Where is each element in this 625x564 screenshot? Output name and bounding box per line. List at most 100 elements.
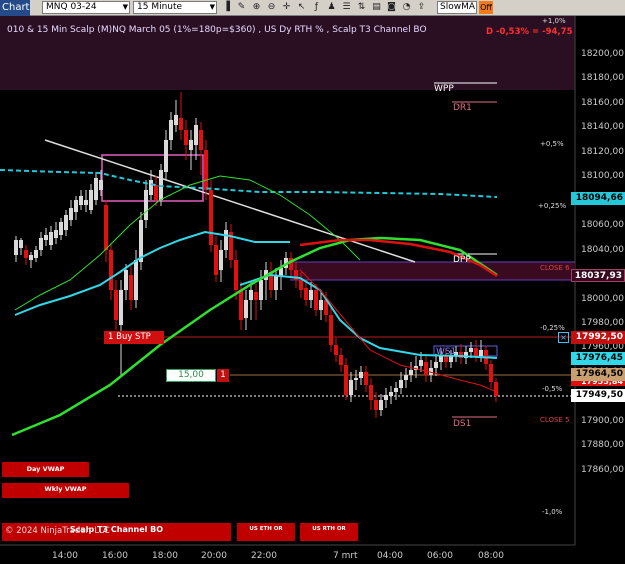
candle-body xyxy=(209,190,213,245)
order-price-field[interactable]: 15,00 xyxy=(166,369,216,382)
candle-body xyxy=(494,382,498,396)
candle-body xyxy=(304,288,308,300)
time-axis-label: 06:00 xyxy=(427,551,453,561)
candle-body xyxy=(184,130,188,145)
candle-body xyxy=(124,270,128,290)
candle-body xyxy=(244,300,248,318)
candle-body xyxy=(129,275,133,300)
candle-body xyxy=(479,350,483,356)
candle-body xyxy=(399,380,403,388)
candle-body xyxy=(114,290,118,320)
candle-body xyxy=(489,364,493,382)
candle-body xyxy=(54,230,58,238)
price-axis-label: 17860,00 xyxy=(581,464,624,475)
us-rth-or-button[interactable]: US RTH OR xyxy=(300,523,358,541)
candle-body xyxy=(99,180,103,190)
buy-stop-price-tag: 17992,50 xyxy=(571,331,625,344)
candle-body xyxy=(419,360,423,366)
price-axis-label: 18180,00 xyxy=(581,73,624,84)
close6-label: CLOSE 6 xyxy=(540,264,570,272)
pct-minus-05: -0,5% xyxy=(542,385,563,393)
price-chart[interactable] xyxy=(0,0,625,564)
candle-body xyxy=(234,260,238,290)
candle-body xyxy=(154,185,158,200)
candle-body xyxy=(369,385,373,400)
last-price-tag: 17949,50 xyxy=(571,389,625,402)
candle-body xyxy=(39,238,43,250)
price-axis-label: 18060,00 xyxy=(581,220,624,231)
candle-body xyxy=(374,400,378,410)
time-axis-label: 16:00 xyxy=(102,551,128,561)
candle-body xyxy=(174,115,178,125)
candle-body xyxy=(434,362,438,368)
candle-body xyxy=(314,290,318,310)
order-qty[interactable]: 1 xyxy=(217,369,229,382)
candle-body xyxy=(189,140,193,150)
pct-minus-025: -0,25% xyxy=(540,324,565,332)
pct-plus-05: +0,5% xyxy=(540,140,564,148)
copyright-text: © 2024 NinjaTrader, LLC xyxy=(5,526,110,536)
candle-body xyxy=(359,372,363,378)
candles-group xyxy=(14,92,498,418)
candle-body xyxy=(394,388,398,392)
candle-body xyxy=(79,196,83,205)
candle-body xyxy=(24,250,28,258)
candle-body xyxy=(254,292,258,300)
time-axis-label: 14:00 xyxy=(52,551,78,561)
candle-body xyxy=(219,250,223,270)
day-vwap-button[interactable]: Day VWAP xyxy=(2,462,89,477)
cancel-order-icon[interactable]: × xyxy=(558,332,569,343)
candle-body xyxy=(179,118,183,130)
candle-body xyxy=(469,348,473,352)
fast-ma-upper-line xyxy=(14,230,290,316)
candle-body xyxy=(44,235,48,240)
dpp-label: DPP xyxy=(453,255,471,265)
dr1-label: DR1 xyxy=(453,103,472,113)
candle-body xyxy=(59,222,63,235)
ws1-label: WS1 xyxy=(436,347,457,357)
price-axis-label: 18040,00 xyxy=(581,244,624,255)
candle-body xyxy=(164,140,168,172)
wkly-vwap-button[interactable]: Wkly VWAP xyxy=(2,483,129,498)
price-axis-label: 18000,00 xyxy=(581,293,624,304)
candle-body xyxy=(364,372,368,385)
candle-body xyxy=(214,245,218,275)
candle-body xyxy=(424,362,428,375)
slow-ma-price-tag: 18094,66 xyxy=(571,192,625,205)
candle-body xyxy=(329,315,333,345)
ds1-label: DS1 xyxy=(453,419,472,429)
candle-body xyxy=(109,250,113,290)
level-a-price-tag: 17964,50 xyxy=(571,368,625,381)
price-axis-label: 17900,00 xyxy=(581,415,624,426)
pct-minus-1: -1,0% xyxy=(542,508,563,516)
candle-body xyxy=(144,190,148,220)
price-axis-label: 18200,00 xyxy=(581,49,624,59)
candle-body xyxy=(259,280,263,300)
pct-plus-025: +0,25% xyxy=(538,202,567,210)
wpp-label: WPP xyxy=(434,84,454,94)
candle-body xyxy=(339,355,343,365)
candle-body xyxy=(194,125,198,145)
candle-body xyxy=(64,215,68,230)
time-axis-label: 08:00 xyxy=(478,551,504,561)
candle-body xyxy=(384,395,388,400)
candle-body xyxy=(199,130,203,150)
candle-body xyxy=(334,345,338,355)
candle-body xyxy=(89,190,93,210)
close5-label: CLOSE 5 xyxy=(540,416,570,424)
candle-body xyxy=(389,392,393,396)
candle-body xyxy=(204,150,208,190)
price-axis-label: 18100,00 xyxy=(581,171,624,182)
time-axis-label: 18:00 xyxy=(152,551,178,561)
price-axis-label: 17880,00 xyxy=(581,440,624,451)
candle-body xyxy=(349,380,353,395)
buy-stop-order[interactable]: 1 Buy STP xyxy=(104,331,164,344)
candle-body xyxy=(169,120,173,140)
candle-body xyxy=(379,400,383,410)
candle-body xyxy=(74,200,78,212)
dpp-zone xyxy=(290,262,575,280)
candle-body xyxy=(94,178,98,200)
us-eth-or-button[interactable]: US ETH OR xyxy=(237,523,295,541)
candle-body xyxy=(274,275,278,290)
price-axis-label: 17980,00 xyxy=(581,317,624,328)
